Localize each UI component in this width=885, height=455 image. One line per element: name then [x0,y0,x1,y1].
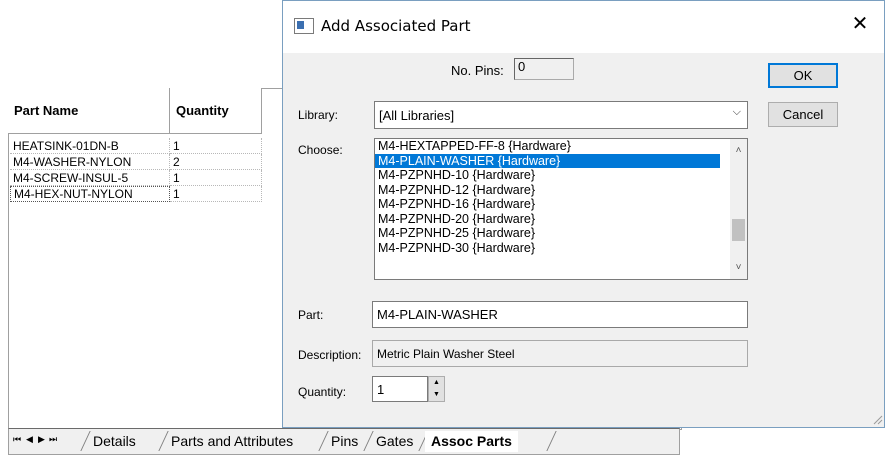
dialog-title: Add Associated Part [321,17,471,35]
increment-icon[interactable]: ▲ [429,377,444,389]
table-row-name[interactable]: HEATSINK-01DN-B [10,138,170,154]
no-pins-label: No. Pins: [451,63,504,78]
quantity-spin-buttons: ▲ ▼ [428,376,445,402]
part-label: Part: [298,308,324,322]
dialog-app-icon [294,18,314,34]
table-row-qty[interactable]: 2 [170,154,262,170]
table-row-name[interactable]: M4-HEX-NUT-NYLON [10,186,170,202]
library-select-value: [All Libraries] [379,107,455,123]
list-item[interactable]: M4-PZPNHD-12 {Hardware} [375,183,720,198]
next-tab-icon[interactable]: ▶ [38,434,45,445]
first-tab-icon[interactable]: ⏮ [13,434,21,445]
tab-details[interactable]: Details [87,431,142,451]
scroll-up-icon[interactable]: ˄ [730,142,747,159]
no-pins-field: 0 [514,58,574,80]
scroll-down-icon[interactable]: ˅ [730,259,747,276]
resize-grip-icon[interactable] [871,413,883,425]
cancel-button[interactable]: Cancel [768,102,838,127]
library-label: Library: [298,108,339,122]
choose-listbox[interactable]: M4-HEXTAPPED-FF-8 {Hardware} M4-PLAIN-WA… [374,138,748,280]
tab-pins[interactable]: Pins [325,431,364,451]
column-header-part-name[interactable]: Part Name [8,88,170,134]
dialog-titlebar[interactable]: Add Associated Part ✕ [283,1,884,53]
table-row-qty[interactable]: 1 [170,138,262,154]
tab-assoc-parts[interactable]: Assoc Parts [425,431,518,452]
list-item-selected[interactable]: M4-PLAIN-WASHER {Hardware} [375,153,720,168]
listbox-scrollbar[interactable]: ˄ ˅ [730,139,747,279]
last-tab-icon[interactable]: ⏭ [49,434,57,445]
tab-divider [546,431,557,451]
list-item[interactable]: M4-PZPNHD-30 {Hardware} [375,241,720,256]
part-input[interactable]: M4-PLAIN-WASHER [372,301,748,328]
scroll-thumb[interactable] [732,219,745,241]
table-row-qty[interactable]: 1 [170,186,262,202]
list-item[interactable]: M4-PZPNHD-25 {Hardware} [375,226,720,241]
choose-label: Choose: [298,143,343,157]
table-row-name[interactable]: M4-SCREW-INSUL-5 [10,170,170,186]
ok-button[interactable]: OK [768,63,838,88]
table-row-name[interactable]: M4-WASHER-NYLON [10,154,170,170]
sheet-tab-bar: ⏮ ◀ ▶ ⏭ Details Parts and Attributes Pin… [8,428,680,455]
list-item[interactable]: M4-PZPNHD-10 {Hardware} [375,168,720,183]
close-icon[interactable]: ✕ [846,11,874,35]
list-item[interactable]: M4-PZPNHD-16 {Hardware} [375,197,720,212]
library-select[interactable]: [All Libraries] ⌵ [374,101,748,129]
list-item[interactable]: M4-PZPNHD-20 {Hardware} [375,212,720,227]
description-field: Metric Plain Washer Steel [372,340,748,367]
decrement-icon[interactable]: ▼ [429,389,444,401]
tab-gates[interactable]: Gates [370,431,419,451]
chevron-down-icon[interactable]: ⌵ [733,106,741,119]
table-row-qty[interactable]: 1 [170,170,262,186]
quantity-label: Quantity: [298,385,347,399]
column-header-quantity[interactable]: Quantity [170,88,262,134]
prev-tab-icon[interactable]: ◀ [26,434,33,445]
tab-parts-and-attributes[interactable]: Parts and Attributes [165,431,299,451]
quantity-stepper[interactable]: 1 [372,376,428,402]
description-label: Description: [298,348,362,362]
list-item[interactable]: M4-HEXTAPPED-FF-8 {Hardware} [375,139,720,154]
